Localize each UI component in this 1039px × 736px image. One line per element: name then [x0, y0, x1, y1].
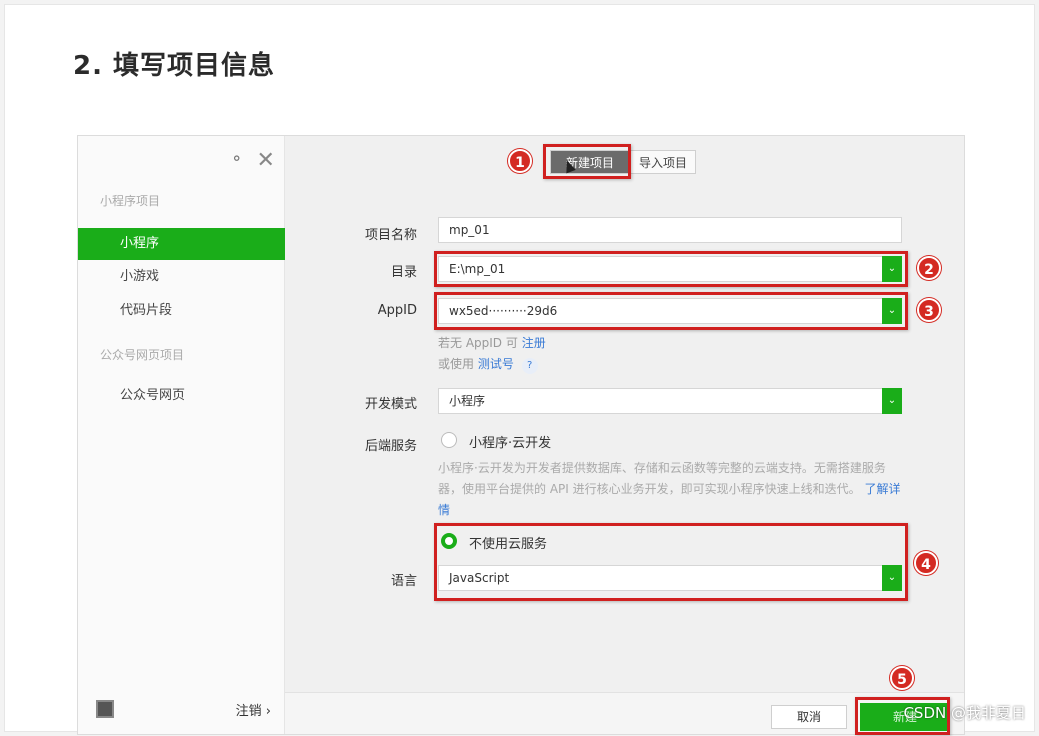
step-badge-4: 4 [914, 551, 938, 575]
appid-select[interactable]: wx5ed··········29d6 ⌄ [438, 298, 902, 324]
chevron-down-icon[interactable]: ⌄ [882, 565, 902, 591]
main-panel: 新建项目 导入项目 项目名称 mp_01 目录 E:\mp_01 ⌄ AppID… [285, 136, 964, 735]
appid-value: wx5ed··········29d6 [449, 304, 558, 318]
language-value: JavaScript [449, 571, 510, 585]
dev-mode-select[interactable]: 小程序 ⌄ [438, 388, 902, 414]
avatar[interactable] [96, 700, 114, 718]
sidebar-item-code-snippet[interactable]: 代码片段 [78, 295, 285, 327]
cancel-button[interactable]: 取消 [771, 705, 847, 729]
logout-link[interactable]: 注销 › [236, 700, 271, 719]
language-label: 语言 [390, 574, 417, 589]
step-badge-3: 3 [917, 298, 941, 322]
settings-icon[interactable]: ⚬ [230, 149, 243, 168]
test-account-hint: 或使用 测试号 ? [438, 355, 538, 374]
step-badge-5: 5 [890, 666, 914, 690]
sidebar: ⚬ ✕ 小程序项目 小程序 小游戏 代码片段 公众号网页项目 公众号网页 注销 … [78, 136, 285, 734]
close-icon[interactable]: ✕ [257, 148, 275, 173]
language-select[interactable]: JavaScript ⌄ [438, 565, 902, 591]
page-title: 2. 填写项目信息 [73, 51, 276, 81]
user-row: 注销 › [96, 698, 271, 722]
new-project-dialog: ⚬ ✕ 小程序项目 小程序 小游戏 代码片段 公众号网页项目 公众号网页 注销 … [77, 135, 965, 735]
directory-label: 目录 [390, 265, 417, 280]
cloud-description: 小程序·云开发为开发者提供数据库、存储和云函数等完整的云端支持。无需搭建服务器，… [438, 461, 901, 517]
step-badge-2: 2 [917, 256, 941, 280]
appid-hint: 若无 AppID 可 注册 [438, 336, 546, 350]
backend-label: 后端服务 [364, 439, 417, 454]
directory-value: E:\mp_01 [449, 262, 506, 276]
project-name-label: 项目名称 [364, 228, 417, 243]
sidebar-item-miniprogram[interactable]: 小程序 [78, 228, 285, 260]
watermark: CSDN @我非夏日 [903, 704, 1026, 722]
chevron-down-icon[interactable]: ⌄ [882, 256, 902, 282]
chevron-down-icon[interactable]: ⌄ [882, 388, 902, 414]
no-cloud-option-label[interactable]: 不使用云服务 [469, 533, 547, 552]
dev-mode-value: 小程序 [449, 394, 486, 408]
dialog-footer: 取消 新建 [285, 692, 964, 734]
sidebar-section-official-account: 公众号网页项目 [100, 348, 185, 362]
step-badge-1: 1 [508, 149, 532, 173]
test-account-link[interactable]: 测试号 [478, 357, 514, 371]
sidebar-section-miniprogram: 小程序项目 [100, 194, 161, 208]
sidebar-item-official-web[interactable]: 公众号网页 [78, 380, 285, 412]
tab-import-project[interactable]: 导入项目 [630, 150, 696, 174]
chevron-down-icon[interactable]: ⌄ [882, 298, 902, 324]
directory-select[interactable]: E:\mp_01 ⌄ [438, 256, 902, 282]
sidebar-item-minigame[interactable]: 小游戏 [78, 261, 285, 293]
window-controls: ⚬ ✕ [230, 148, 283, 173]
cloud-radio[interactable] [441, 432, 457, 448]
appid-label: AppID [377, 303, 417, 318]
slide: 2. 填写项目信息 ⚬ ✕ 小程序项目 小程序 小游戏 代码片段 公众号网页项目… [4, 4, 1035, 735]
help-icon[interactable]: ? [521, 358, 538, 374]
no-cloud-radio[interactable] [441, 533, 457, 549]
cloud-option-label[interactable]: 小程序·云开发 [469, 432, 551, 451]
project-name-input[interactable]: mp_01 [438, 217, 902, 243]
register-link[interactable]: 注册 [522, 336, 546, 350]
dev-mode-label: 开发模式 [364, 397, 417, 412]
